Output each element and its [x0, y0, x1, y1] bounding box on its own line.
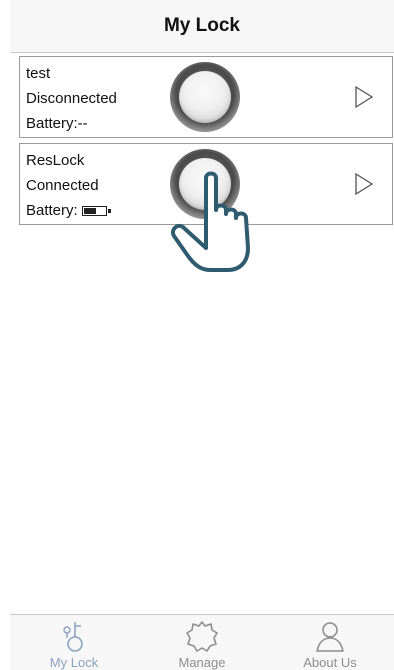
lock-battery: Battery:--: [26, 114, 88, 132]
key-lock-icon: [55, 617, 93, 654]
battery-tip: [107, 209, 111, 213]
navigation-bar: My Lock: [10, 0, 394, 53]
battery-fill: [83, 208, 96, 214]
lock-button-center: [179, 158, 231, 210]
tab-my-lock[interactable]: My Lock: [10, 615, 138, 670]
lock-name: test: [26, 64, 51, 82]
lock-info: ResLock Connected Battery:: [26, 148, 111, 223]
tab-label: About Us: [303, 655, 357, 670]
gear-icon: [183, 617, 221, 654]
lock-name: ResLock: [26, 151, 85, 169]
lock-status: Connected: [26, 176, 99, 194]
tab-label: Manage: [178, 655, 226, 670]
play-arrow-icon[interactable]: [353, 84, 375, 110]
tab-about-us[interactable]: About Us: [266, 615, 394, 670]
lock-row-reslock[interactable]: ResLock Connected Battery:: [19, 143, 393, 225]
tab-bar: My Lock Manage About Us: [10, 614, 394, 670]
tab-manage[interactable]: Manage: [138, 615, 266, 670]
tab-label: My Lock: [49, 655, 99, 670]
lock-toggle-button[interactable]: [170, 62, 240, 132]
lock-row-test[interactable]: test Disconnected Battery:--: [19, 56, 393, 138]
person-icon: [311, 617, 349, 654]
lock-button-center: [179, 71, 231, 123]
lock-info: test Disconnected Battery:--: [26, 61, 117, 136]
battery-icon: [81, 206, 111, 216]
lock-battery: Battery:: [26, 198, 111, 223]
battery-label: Battery:: [26, 201, 78, 219]
lock-status: Disconnected: [26, 89, 117, 107]
app-screen: My Lock test Disconnected Battery:-- Res…: [0, 0, 394, 670]
page-title: My Lock: [163, 15, 241, 36]
lock-toggle-button[interactable]: [170, 149, 240, 219]
play-arrow-icon[interactable]: [353, 171, 375, 197]
lock-list: test Disconnected Battery:-- ResLock Con…: [19, 56, 393, 230]
